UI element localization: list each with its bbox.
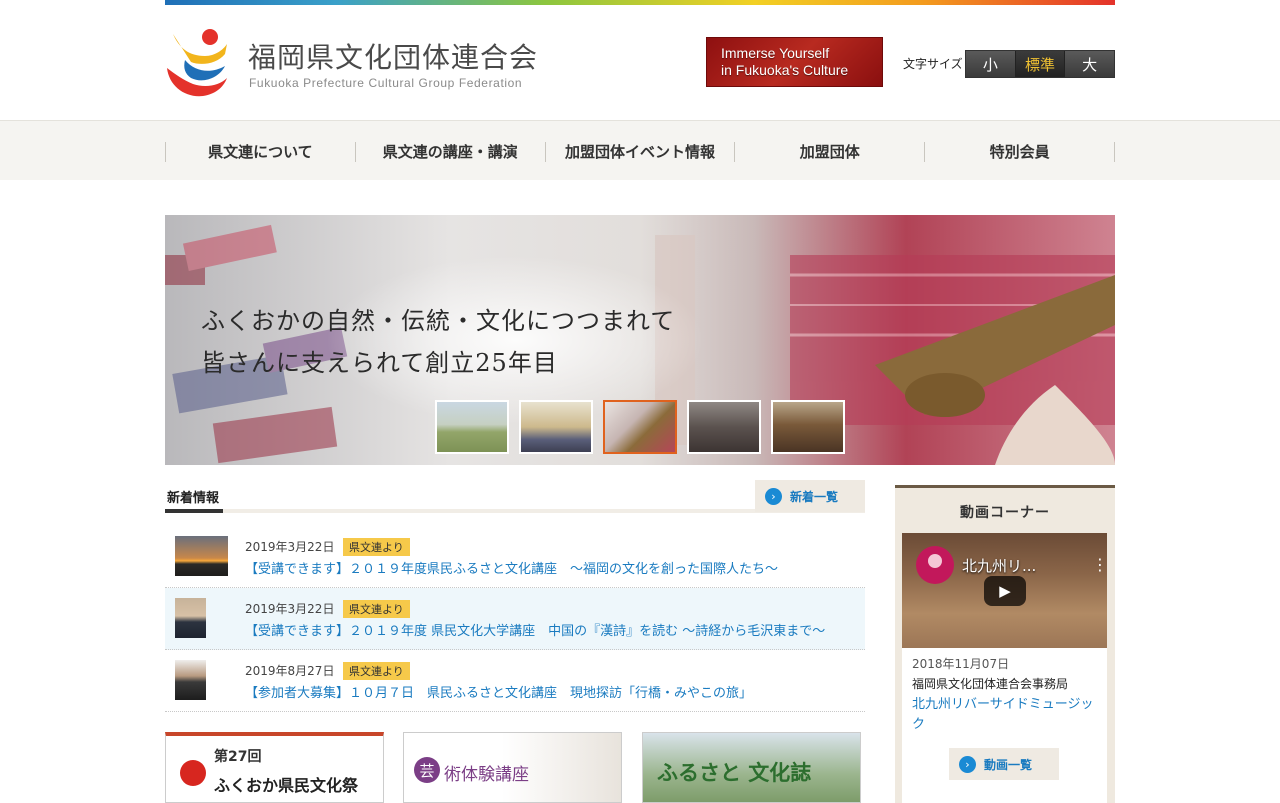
news-item[interactable]: 2019年3月22日 県文連より 【受講できます】２０１９年度県民ふるさと文化講… xyxy=(165,526,865,588)
news-category-badge: 県文連より xyxy=(343,538,410,556)
nav-item-member-events[interactable]: 加盟団体イベント情報 xyxy=(544,142,735,162)
site-logo[interactable]: 福岡県文化団体連合会 Fukuoka Prefecture Cultural G… xyxy=(165,26,555,98)
news-category-badge: 県文連より xyxy=(343,600,410,618)
more-options-icon[interactable]: ⋮ xyxy=(1092,555,1107,574)
chevron-right-icon: › xyxy=(765,487,782,505)
font-size-label: 文字サイズ xyxy=(903,57,963,71)
news-list-button[interactable]: › 新着一覧 xyxy=(755,480,865,512)
slider-thumb-ceremony[interactable] xyxy=(771,400,845,454)
chevron-right-icon: › xyxy=(959,755,976,773)
news-category-badge: 県文連より xyxy=(343,662,410,680)
immerse-line-2: in Fukuoka's Culture xyxy=(721,62,849,78)
slider-catch-line-1: ふくおかの自然・伝統・文化につつまれて xyxy=(201,307,676,335)
news-thumb-sunset xyxy=(175,536,228,576)
slider-catch-line-2: 皆さんに支えられて創立25年目 xyxy=(201,349,558,377)
slider-thumb-field[interactable] xyxy=(435,400,509,454)
art-experience-banner[interactable]: 芸 術体験講座 xyxy=(403,732,622,803)
news-header: 新着情報 › 新着一覧 xyxy=(165,480,865,513)
play-icon[interactable]: ▶ xyxy=(984,576,1026,606)
news-list: 2019年3月22日 県文連より 【受講できます】２０１９年度県民ふるさと文化講… xyxy=(165,526,865,712)
logo-english-text: Fukuoka Prefecture Cultural Group Federa… xyxy=(249,76,523,90)
festival-number: 第27回 xyxy=(214,749,262,765)
news-date: 2019年3月22日 xyxy=(245,540,335,554)
font-size-small-button[interactable]: 小 xyxy=(966,51,1016,77)
video-card: 北九州リ... ⋮ ▶ 2018年11月07日 福岡県文化団体連合会事務局 北九… xyxy=(902,533,1107,803)
hero-slider[interactable]: ふくおかの自然・伝統・文化につつまれて 皆さんに支えられて創立25年目 xyxy=(165,215,1115,465)
news-underline-accent xyxy=(165,509,223,513)
logo-mark-icon xyxy=(167,29,227,97)
nav-item-about[interactable]: 県文連について xyxy=(165,142,355,162)
page: 福岡県文化団体連合会 Fukuoka Prefecture Cultural G… xyxy=(0,0,1280,803)
nav-item-lectures[interactable]: 県文連の講座・講演 xyxy=(354,142,545,162)
immerse-line-1: Immerse Yourself xyxy=(721,45,830,61)
nav-item-special-members[interactable]: 特別会員 xyxy=(924,142,1115,162)
video-organization: 福岡県文化団体連合会事務局 xyxy=(912,677,1069,691)
news-title: 新着情報 xyxy=(167,491,220,506)
slider-thumb-weaving[interactable] xyxy=(603,400,677,454)
art-circle-icon: 芸 xyxy=(414,757,440,783)
global-nav-bar: 県文連について 県文連の講座・講演 加盟団体イベント情報 加盟団体 特別会員 xyxy=(0,120,1280,180)
lion-mask-icon xyxy=(180,760,206,786)
color-strip xyxy=(165,0,1115,5)
video-corner-title: 動画コーナー xyxy=(960,505,1050,521)
news-item[interactable]: 2019年3月22日 県文連より 【受講できます】２０１９年度 県民文化大学講座… xyxy=(165,588,865,650)
channel-avatar xyxy=(916,546,954,584)
video-date: 2018年11月07日 xyxy=(912,657,1010,671)
video-list-label: 動画一覧 xyxy=(984,757,1033,772)
video-player[interactable]: 北九州リ... ⋮ ▶ xyxy=(902,533,1107,648)
video-caption: 北九州リ... xyxy=(962,557,1037,575)
news-thumb-portrait xyxy=(175,598,206,638)
video-corner: 動画コーナー 北九州リ... ⋮ ▶ 2018年11月07日 福岡県文化団体連合… xyxy=(895,485,1115,803)
logo-japanese-text: 福岡県文化団体連合会 xyxy=(248,41,539,74)
immerse-culture-banner[interactable]: Immerse Yourself in Fukuoka's Culture xyxy=(706,37,883,87)
news-link[interactable]: 【参加者大募集】１０月７日 県民ふるさと文化講座 現地探訪「行橋・みやこの旅」 xyxy=(245,682,752,701)
font-size-large-button[interactable]: 大 xyxy=(1065,51,1115,77)
news-link[interactable]: 【受講できます】２０１９年度 県民文化大学講座 中国の『漢詩』を読む ～詩経から… xyxy=(245,620,825,639)
global-nav: 県文連について 県文連の講座・講演 加盟団体イベント情報 加盟団体 特別会員 xyxy=(165,142,1115,162)
news-list-label: 新着一覧 xyxy=(790,489,839,504)
news-thumb-portrait xyxy=(175,660,206,700)
video-list-button[interactable]: › 動画一覧 xyxy=(949,748,1059,780)
art-experience-title: 術体験講座 xyxy=(444,765,529,785)
news-date: 2019年8月27日 xyxy=(245,664,335,678)
furusato-magazine-banner[interactable]: ふるさと 文化誌 xyxy=(642,732,861,803)
font-size-switcher: 小 標準 大 xyxy=(965,50,1115,78)
furusato-title: ふるさと 文化誌 xyxy=(657,760,812,785)
slider-thumb-audience[interactable] xyxy=(519,400,593,454)
news-item[interactable]: 2019年8月27日 県文連より 【参加者大募集】１０月７日 県民ふるさと文化講… xyxy=(165,650,865,712)
news-date: 2019年3月22日 xyxy=(245,602,335,616)
slider-thumbnails xyxy=(435,400,845,454)
culture-festival-banner[interactable]: 第27回 ふくおか県民文化祭 xyxy=(165,732,384,803)
news-link[interactable]: 【受講できます】２０１９年度県民ふるさと文化講座 ～福岡の文化を創った国際人たち… xyxy=(245,558,778,577)
font-size-standard-button[interactable]: 標準 xyxy=(1015,51,1066,77)
video-link[interactable]: 北九州リバーサイドミュージック xyxy=(912,695,1102,735)
slider-thumb-stage[interactable] xyxy=(687,400,761,454)
nav-item-member-groups[interactable]: 加盟団体 xyxy=(734,142,924,162)
festival-title: ふくおか県民文化祭 xyxy=(214,776,359,795)
